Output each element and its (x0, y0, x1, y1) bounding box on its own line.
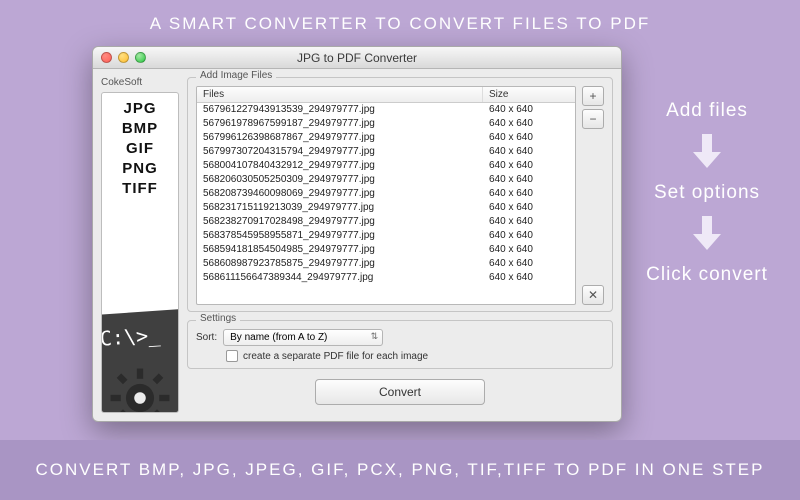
cell-size: 640 x 640 (483, 131, 575, 145)
convert-button[interactable]: Convert (315, 379, 485, 405)
cell-filename: 568611156647389344_294979777.jpg (197, 271, 483, 285)
separate-pdf-checkbox[interactable] (226, 350, 238, 362)
table-row[interactable]: 567997307204315794_294979777.jpg640 x 64… (197, 145, 575, 159)
formats-list: JPG BMP GIF PNG TIFF (102, 99, 178, 199)
add-file-button[interactable]: + (582, 86, 604, 106)
sort-label: Sort: (196, 332, 217, 343)
clear-files-button[interactable]: ✕ (582, 285, 604, 305)
remove-file-button[interactable]: − (582, 109, 604, 129)
steps-panel: Add files Set options Click convert (642, 100, 772, 286)
titlebar: JPG to PDF Converter (93, 47, 621, 69)
close-icon[interactable] (101, 52, 112, 63)
cell-filename: 567961978967599187_294979777.jpg (197, 117, 483, 131)
cell-size: 640 x 640 (483, 173, 575, 187)
gear-icon (108, 366, 172, 413)
minimize-icon[interactable] (118, 52, 129, 63)
table-row[interactable]: 568231715119213039_294979777.jpg640 x 64… (197, 201, 575, 215)
app-window: JPG to PDF Converter CokeSoft JPG BMP GI… (92, 46, 622, 422)
cell-size: 640 x 640 (483, 145, 575, 159)
table-row[interactable]: 568378545958955871_294979777.jpg640 x 64… (197, 229, 575, 243)
table-header: Files Size (197, 87, 575, 103)
brand-label: CokeSoft (101, 77, 179, 88)
table-body[interactable]: 567961227943913539_294979777.jpg640 x 64… (197, 103, 575, 304)
cell-filename: 568004107840432912_294979777.jpg (197, 159, 483, 173)
window-content: CokeSoft JPG BMP GIF PNG TIFF C:\>_ Add … (93, 69, 621, 421)
cell-filename: 568238270917028498_294979777.jpg (197, 215, 483, 229)
cell-size: 640 x 640 (483, 257, 575, 271)
headline: A SMART CONVERTER TO CONVERT FILES TO PD… (0, 0, 800, 34)
format-item: PNG (102, 159, 178, 179)
format-item: BMP (102, 119, 178, 139)
cell-size: 640 x 640 (483, 103, 575, 117)
table-row[interactable]: 568206030505250309_294979777.jpg640 x 64… (197, 173, 575, 187)
cell-filename: 568206030505250309_294979777.jpg (197, 173, 483, 187)
col-files[interactable]: Files (197, 87, 483, 102)
table-row[interactable]: 568594181854504985_294979777.jpg640 x 64… (197, 243, 575, 257)
traffic-lights (101, 52, 146, 63)
files-table[interactable]: Files Size 567961227943913539_294979777.… (196, 86, 576, 305)
files-group: Add Image Files Files Size 5679612279439… (187, 77, 613, 312)
cell-filename: 567996126398687867_294979777.jpg (197, 131, 483, 145)
window-title: JPG to PDF Converter (93, 51, 621, 65)
cell-size: 640 x 640 (483, 117, 575, 131)
table-row[interactable]: 567961227943913539_294979777.jpg640 x 64… (197, 103, 575, 117)
files-group-label: Add Image Files (196, 70, 276, 81)
settings-group: Settings Sort: By name (from A to Z) cre… (187, 320, 613, 369)
table-row[interactable]: 568238270917028498_294979777.jpg640 x 64… (197, 215, 575, 229)
cell-filename: 567997307204315794_294979777.jpg (197, 145, 483, 159)
format-item: TIFF (102, 179, 178, 199)
separate-pdf-label: create a separate PDF file for each imag… (243, 351, 428, 362)
cell-size: 640 x 640 (483, 271, 575, 285)
cell-filename: 568594181854504985_294979777.jpg (197, 243, 483, 257)
cell-size: 640 x 640 (483, 201, 575, 215)
cell-size: 640 x 640 (483, 159, 575, 173)
sidebar: CokeSoft JPG BMP GIF PNG TIFF C:\>_ (101, 77, 179, 413)
sidebar-artwork: JPG BMP GIF PNG TIFF C:\>_ (101, 92, 179, 413)
step-add-files: Add files (666, 100, 748, 122)
cell-size: 640 x 640 (483, 243, 575, 257)
table-row[interactable]: 568608987923785875_294979777.jpg640 x 64… (197, 257, 575, 271)
settings-group-label: Settings (196, 313, 240, 324)
table-row[interactable]: 568208739460098069_294979777.jpg640 x 64… (197, 187, 575, 201)
cell-filename: 568231715119213039_294979777.jpg (197, 201, 483, 215)
table-side-buttons: + − ✕ (582, 86, 604, 305)
arrow-down-icon (693, 216, 721, 250)
format-item: JPG (102, 99, 178, 119)
main-panel: Add Image Files Files Size 5679612279439… (187, 77, 613, 413)
zoom-icon[interactable] (135, 52, 146, 63)
footer-text: CONVERT BMP, JPG, JPEG, GIF, PCX, PNG, T… (0, 440, 800, 500)
cell-filename: 567961227943913539_294979777.jpg (197, 103, 483, 117)
cell-filename: 568608987923785875_294979777.jpg (197, 257, 483, 271)
format-item: GIF (102, 139, 178, 159)
cell-filename: 568208739460098069_294979777.jpg (197, 187, 483, 201)
cell-filename: 568378545958955871_294979777.jpg (197, 229, 483, 243)
cell-size: 640 x 640 (483, 229, 575, 243)
table-row[interactable]: 568611156647389344_294979777.jpg640 x 64… (197, 271, 575, 285)
col-size[interactable]: Size (483, 87, 575, 102)
table-row[interactable]: 567996126398687867_294979777.jpg640 x 64… (197, 131, 575, 145)
cell-size: 640 x 640 (483, 187, 575, 201)
table-row[interactable]: 567961978967599187_294979777.jpg640 x 64… (197, 117, 575, 131)
table-row[interactable]: 568004107840432912_294979777.jpg640 x 64… (197, 159, 575, 173)
step-set-options: Set options (654, 182, 760, 204)
cell-size: 640 x 640 (483, 215, 575, 229)
step-click-convert: Click convert (646, 264, 768, 286)
arrow-down-icon (693, 134, 721, 168)
sort-select[interactable]: By name (from A to Z) (223, 329, 383, 346)
